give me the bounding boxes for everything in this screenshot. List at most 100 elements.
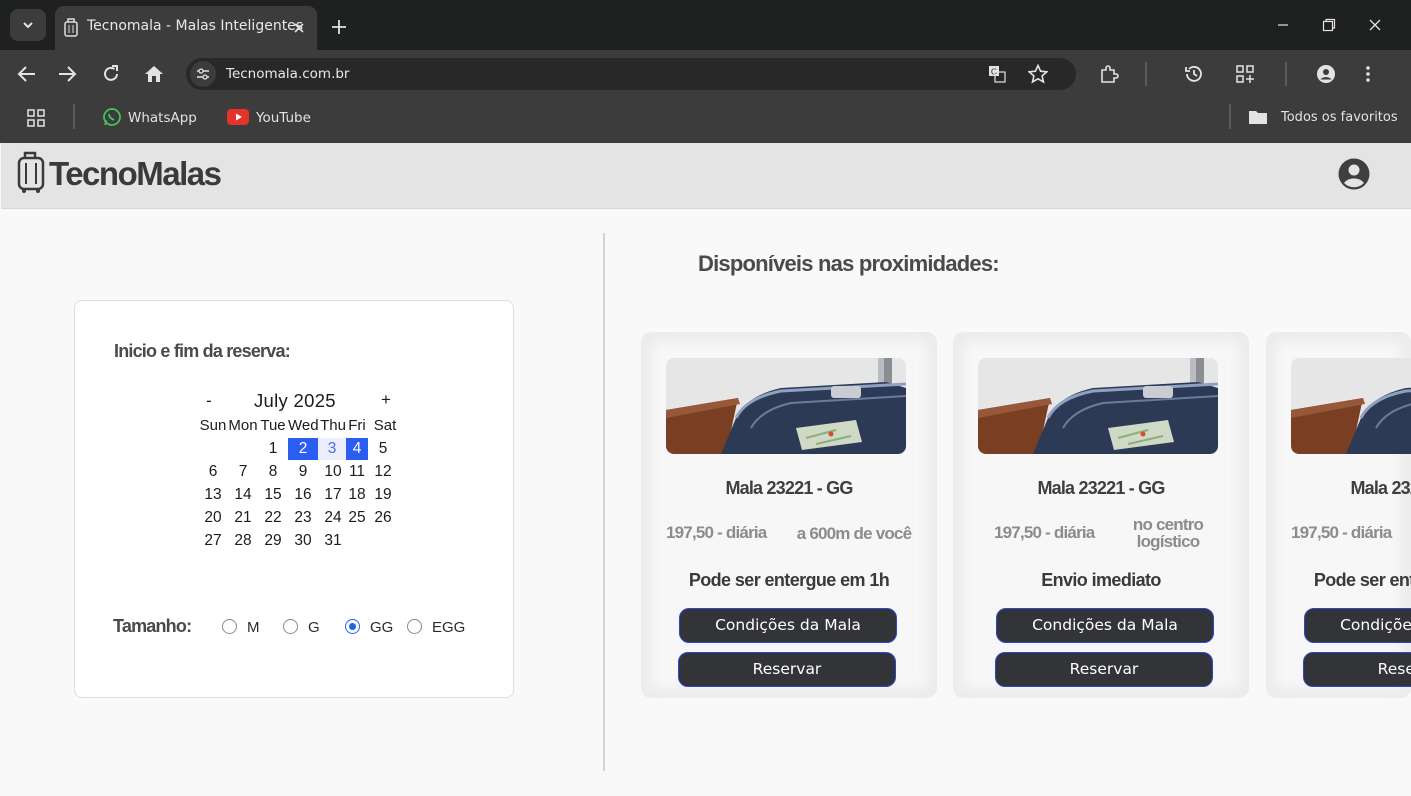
address-bar[interactable]: Tecnomala.com.br G — [186, 58, 1076, 90]
size-option-gg[interactable]: GG — [345, 617, 405, 639]
youtube-icon — [227, 109, 249, 130]
logo-suitcase-icon — [16, 151, 48, 198]
month-label: July 2025 — [254, 390, 336, 411]
vertical-divider — [603, 233, 605, 771]
calendar-day[interactable]: 29 — [258, 530, 288, 552]
site-settings-icon[interactable] — [190, 61, 216, 87]
calendar-day[interactable]: 16 — [288, 484, 318, 506]
conditions-button[interactable]: Condições da Mala — [1304, 608, 1411, 643]
reload-icon[interactable] — [98, 62, 124, 86]
all-bookmarks-button[interactable]: Todos os favoritos — [1248, 106, 1398, 130]
product-price: 197,50 - diária — [666, 523, 767, 542]
calendar-day[interactable]: 23 — [288, 507, 318, 529]
logo-text[interactable]: TecnoMalas — [49, 155, 222, 193]
toolbar-separator — [1285, 62, 1287, 86]
home-icon[interactable] — [141, 62, 167, 86]
browser-tab[interactable]: Tecnomala - Malas Inteligentes — [55, 6, 317, 50]
close-window-icon[interactable] — [1362, 14, 1388, 36]
reserve-button[interactable]: Reservar — [995, 652, 1213, 687]
radio-button[interactable] — [222, 619, 237, 634]
calendar-day[interactable]: 20 — [198, 507, 228, 529]
product-distance: a 600m de você — [796, 524, 912, 543]
delivery-info: Pode ser entergue em 1h — [688, 570, 890, 590]
conditions-button[interactable]: Condições da Mala — [679, 608, 897, 643]
apps-grid-icon[interactable] — [1232, 62, 1258, 86]
bookmark-star-icon[interactable] — [1026, 62, 1050, 86]
conditions-button[interactable]: Condições da Mala — [996, 608, 1214, 643]
product-price: 197,50 - diária — [1291, 523, 1392, 542]
bookmarks-bar — [0, 100, 1411, 143]
all-bookmarks-label: Todos os favoritos — [1281, 110, 1398, 125]
booking-card: Inicio e fim da reserva: - July 2025 + S… — [74, 300, 514, 698]
forward-arrow-icon[interactable] — [54, 62, 80, 86]
calendar-day[interactable]: 8 — [258, 461, 288, 483]
extensions-puzzle-icon[interactable] — [1096, 62, 1122, 86]
suitcase-image — [978, 358, 1218, 454]
radio-button[interactable] — [283, 619, 298, 634]
close-tab-icon[interactable] — [289, 18, 309, 38]
weekday-header: Mon — [228, 417, 258, 434]
calendar-day[interactable]: 7 — [228, 461, 258, 483]
calendar-day[interactable]: 13 — [198, 484, 228, 506]
reserve-button[interactable]: Reservar — [1303, 652, 1411, 687]
calendar: - July 2025 + Sun Mon Tue Wed Thu Fri Sat 1 2 3 4 5… — [75, 301, 513, 601]
bookmarks-separator — [73, 104, 75, 129]
product-title: Mala 23221 - GG — [725, 478, 853, 498]
back-arrow-icon[interactable] — [14, 62, 40, 86]
calendar-day[interactable]: 31 — [318, 530, 348, 552]
reserve-button[interactable]: Reservar — [678, 652, 896, 687]
bookmarks-apps-icon[interactable] — [24, 106, 48, 130]
calendar-day[interactable]: 28 — [228, 530, 258, 552]
calendar-day[interactable]: 26 — [368, 507, 398, 529]
tab-search-button[interactable] — [10, 9, 46, 41]
delivery-info: Pode ser entergue em 1h — [1313, 570, 1411, 590]
restore-icon[interactable] — [1316, 14, 1342, 36]
calendar-day[interactable]: 27 — [198, 530, 228, 552]
weekday-header: Sat — [373, 417, 397, 434]
history-icon[interactable] — [1181, 62, 1207, 86]
product-card: Mala 23221 - GG 197,50 - diária no centro … — [953, 332, 1249, 698]
user-account-icon[interactable] — [1338, 158, 1370, 195]
calendar-day[interactable]: 19 — [368, 484, 398, 506]
suitcase-image — [666, 358, 906, 454]
calendar-day[interactable]: 15 — [258, 484, 288, 506]
radio-label: M — [247, 619, 260, 636]
calendar-day[interactable]: 14 — [228, 484, 258, 506]
radio-label: GG — [370, 619, 394, 636]
calendar-day[interactable]: 1 — [258, 438, 288, 460]
tab-title: Tecnomala - Malas Inteligentes — [87, 18, 304, 34]
radio-button[interactable] — [407, 619, 422, 634]
calendar-day[interactable]: 21 — [228, 507, 258, 529]
calendar-day[interactable]: 12 — [368, 461, 398, 483]
radio-label: EGG — [432, 619, 466, 636]
translate-icon[interactable]: G — [986, 63, 1008, 85]
chevron-down-icon — [21, 18, 35, 32]
product-title: Mala 23221 - GG — [1350, 478, 1411, 498]
calendar-day[interactable]: 4 — [346, 438, 368, 460]
calendar-day[interactable]: 22 — [258, 507, 288, 529]
product-card: Mala 23221 - GG 197,50 - diária a 600m de … — [641, 332, 937, 698]
calendar-day[interactable]: 3 — [318, 438, 346, 460]
prev-month-button[interactable]: - — [200, 391, 218, 411]
next-month-button[interactable]: + — [377, 390, 395, 410]
weekday-header: Wed — [288, 417, 319, 434]
new-tab-plus-icon[interactable] — [328, 16, 350, 38]
radio-button[interactable] — [345, 619, 360, 634]
calendar-day[interactable]: 2 — [288, 438, 318, 460]
calendar-day[interactable]: 9 — [288, 461, 318, 483]
size-option-m[interactable]: M — [222, 617, 282, 639]
menu-kebab-icon[interactable] — [1356, 62, 1380, 86]
calendar-day[interactable]: 5 — [368, 438, 398, 460]
bookmark-label: YouTube — [256, 110, 311, 126]
toolbar-separator — [1145, 62, 1147, 86]
size-option-g[interactable]: G — [283, 617, 343, 639]
calendar-day[interactable]: 30 — [288, 530, 318, 552]
bookmark-whatsapp[interactable]: WhatsApp — [100, 106, 200, 130]
size-option-egg[interactable]: EGG — [407, 617, 467, 639]
profile-icon[interactable] — [1313, 62, 1339, 86]
bookmark-label: WhatsApp — [128, 110, 197, 126]
minimize-icon[interactable] — [1270, 14, 1296, 36]
bookmarks-separator — [1229, 104, 1231, 129]
bookmark-youtube[interactable]: YouTube — [227, 106, 317, 130]
calendar-day[interactable]: 6 — [198, 461, 228, 483]
